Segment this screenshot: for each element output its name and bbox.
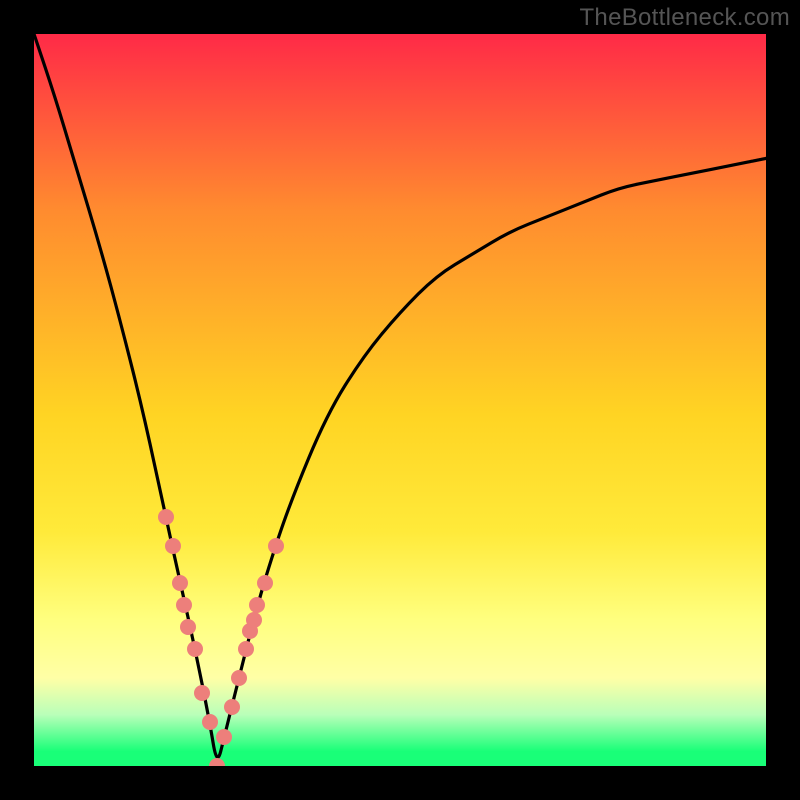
curve-layer [34,34,766,766]
highlight-dot [216,729,232,745]
highlight-dot [165,538,181,554]
highlight-dot [176,597,192,613]
highlight-dot [187,641,203,657]
highlight-dot [268,538,284,554]
chart-frame: TheBottleneck.com [0,0,800,800]
highlight-dot [202,714,218,730]
highlight-dot [238,641,254,657]
highlight-dot [231,670,247,686]
highlight-dot [180,619,196,635]
highlight-dot [194,685,210,701]
highlight-dot [224,699,240,715]
watermark-text: TheBottleneck.com [579,4,790,32]
highlight-dot [249,597,265,613]
highlight-dot [257,575,273,591]
highlight-dot [246,612,262,628]
highlight-dot [172,575,188,591]
bottleneck-curve [34,34,766,757]
plot-area [34,34,766,766]
highlight-dot [158,509,174,525]
